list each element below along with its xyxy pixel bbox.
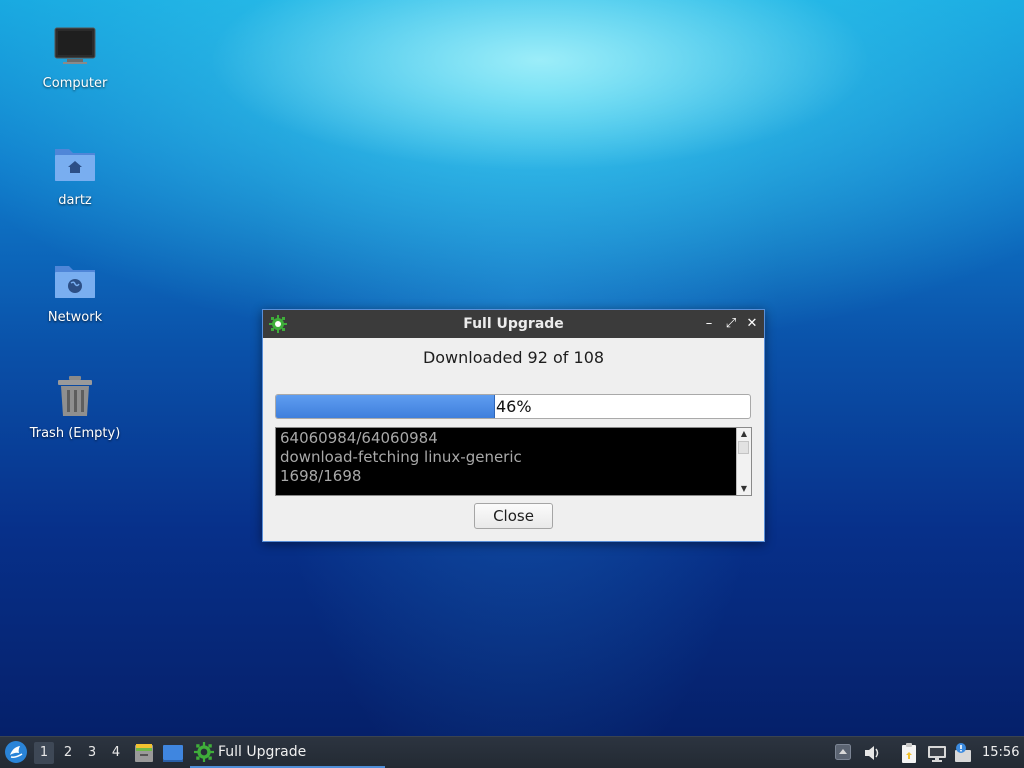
update-notifier-icon[interactable] xyxy=(953,742,973,764)
taskbar-task-full-upgrade[interactable]: Full Upgrade xyxy=(190,737,385,768)
minimize-button[interactable]: – xyxy=(701,316,717,332)
volume-icon[interactable] xyxy=(862,743,882,763)
lubuntu-logo-icon xyxy=(5,741,27,763)
maximize-button[interactable]: ⤢ xyxy=(723,316,739,332)
desktop-icon-label: dartz xyxy=(58,193,92,208)
log-line: download-fetching linux-generic xyxy=(280,448,522,466)
desktop-icon-label: Computer xyxy=(42,76,108,91)
progress-fill xyxy=(276,395,496,418)
log-lines: 64060984/64060984 download-fetching linu… xyxy=(280,429,735,486)
download-status-text: Downloaded 92 of 108 xyxy=(422,348,605,367)
log-output[interactable]: 64060984/64060984 download-fetching linu… xyxy=(275,427,752,496)
home-folder-icon xyxy=(51,139,99,187)
workspace-2-button[interactable]: 2 xyxy=(58,742,78,764)
desktop-icon-home[interactable]: dartz xyxy=(15,139,135,208)
log-line: 64060984/64060984 xyxy=(280,429,438,447)
log-line: 1698/1698 xyxy=(280,467,362,485)
gear-icon xyxy=(194,741,214,762)
task-label: Full Upgrade xyxy=(218,743,307,760)
desktop-icon-trash[interactable]: Trash (Empty) xyxy=(15,372,135,441)
clipboard-icon[interactable] xyxy=(899,742,919,764)
desktop-icon-network[interactable]: Network xyxy=(15,256,135,325)
taskbar: 1 2 3 4 Full Upgrade 15:56 xyxy=(0,736,1024,768)
tray-expand-arrow-icon[interactable] xyxy=(835,744,851,760)
close-button[interactable]: Close xyxy=(474,503,553,529)
dialog-title: Full Upgrade xyxy=(463,316,564,332)
clock[interactable]: 15:56 xyxy=(982,737,1022,768)
scrollbar-thumb[interactable] xyxy=(738,441,749,454)
close-window-button[interactable]: ✕ xyxy=(744,316,760,332)
desktop-icon-label: Network xyxy=(47,310,103,325)
network-icon[interactable] xyxy=(927,743,947,763)
dialog-titlebar[interactable]: Full Upgrade – ⤢ ✕ xyxy=(263,310,764,338)
desktop-icon-computer[interactable]: Computer xyxy=(15,22,135,91)
download-progress-bar: 46% xyxy=(275,394,751,419)
scroll-up-arrow-icon[interactable]: ▲ xyxy=(737,428,751,440)
network-folder-icon xyxy=(51,256,99,304)
file-manager-launcher-icon[interactable] xyxy=(133,742,155,764)
workspace-3-button[interactable]: 3 xyxy=(82,742,102,764)
log-scrollbar[interactable]: ▲ ▼ xyxy=(736,428,751,495)
trash-icon xyxy=(51,372,99,420)
desktop-icon-label: Trash (Empty) xyxy=(29,426,121,441)
workspace-1-button[interactable]: 1 xyxy=(34,742,54,764)
desktop-wallpaper: Computer dartz Network Trash (Empty) Ful… xyxy=(0,0,1024,736)
workspace-4-button[interactable]: 4 xyxy=(106,742,126,764)
show-desktop-icon[interactable] xyxy=(162,743,184,763)
start-menu-button[interactable] xyxy=(4,740,28,764)
full-upgrade-dialog: Full Upgrade – ⤢ ✕ Downloaded 92 of 108 … xyxy=(262,309,765,542)
progress-percent-label: 46% xyxy=(496,397,532,416)
monitor-icon xyxy=(51,22,99,70)
scroll-down-arrow-icon[interactable]: ▼ xyxy=(737,483,751,495)
